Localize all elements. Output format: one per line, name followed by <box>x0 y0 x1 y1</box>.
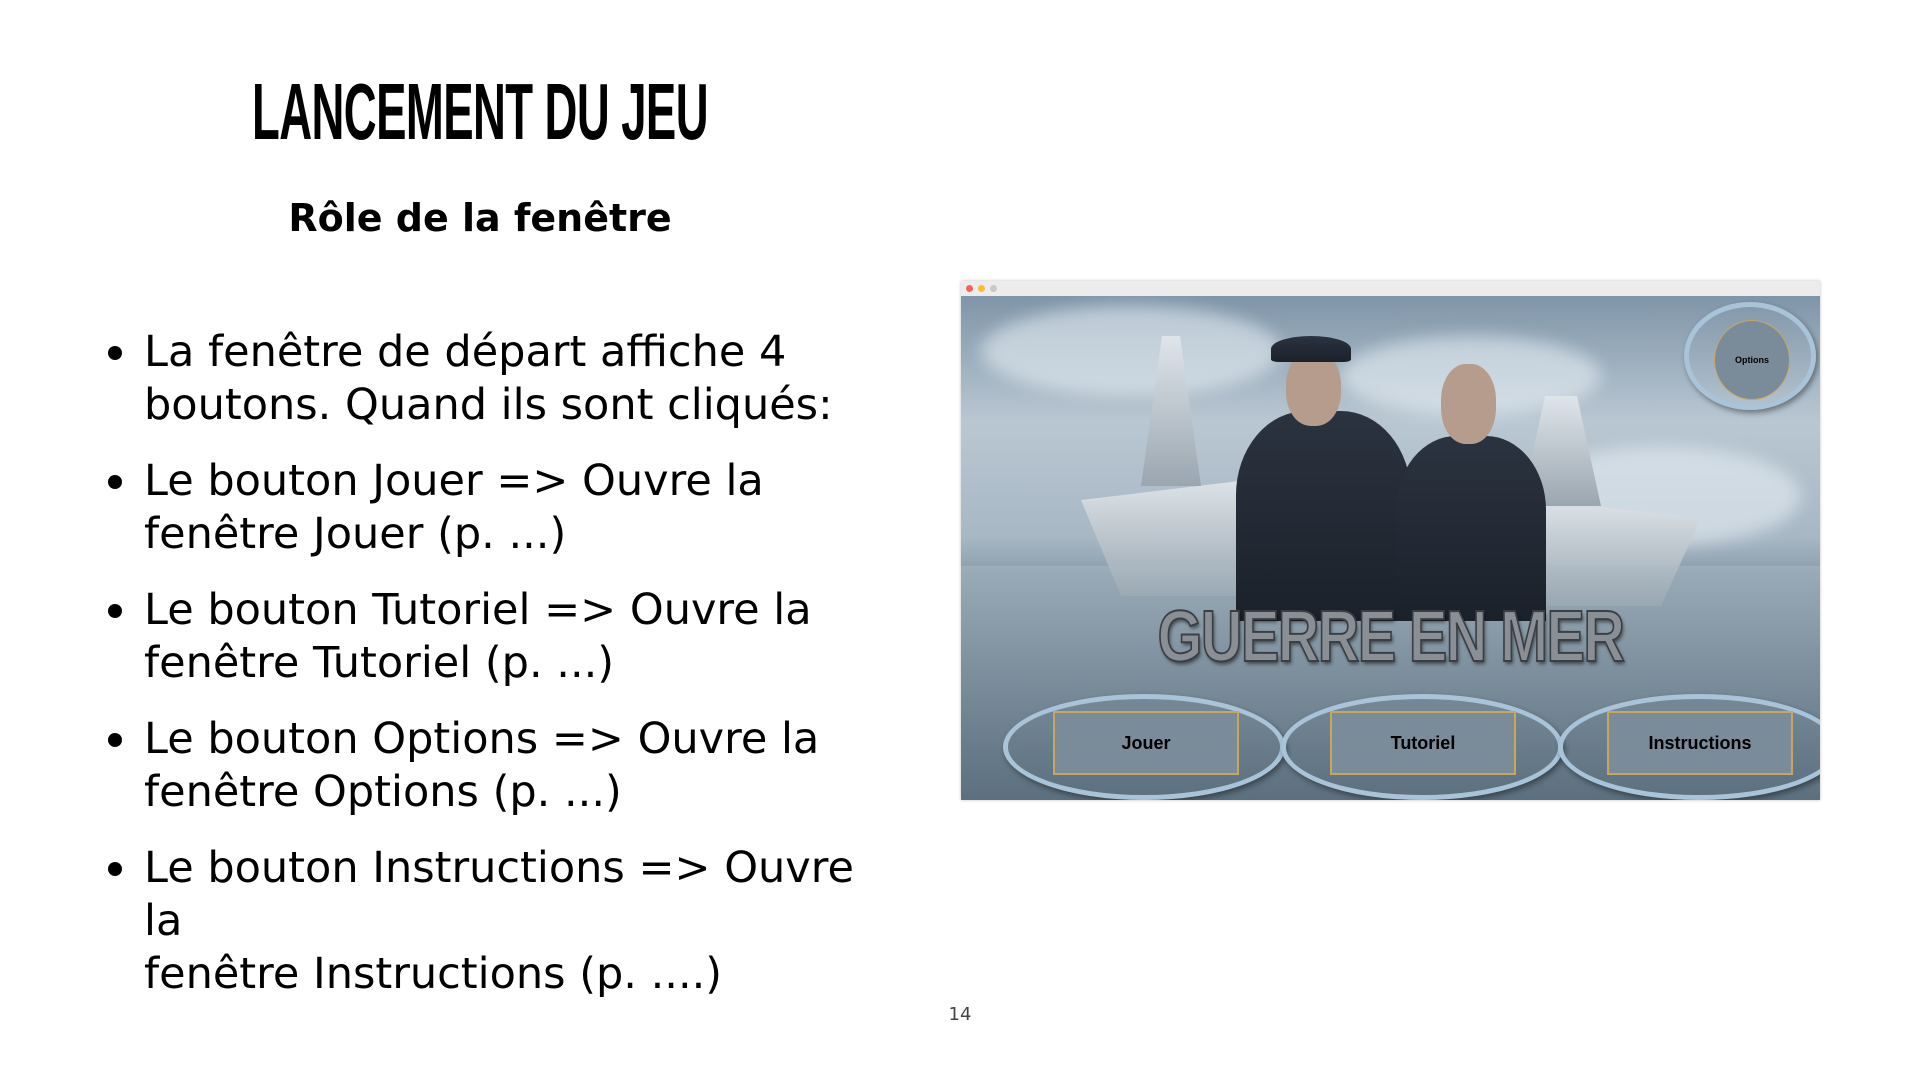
slide-title-text: LANCEMENT DU JEU <box>252 67 709 156</box>
officer-cap <box>1271 336 1351 362</box>
cloud <box>981 306 1281 396</box>
bullet-text: La fenêtre de départ affiche 4 <box>144 327 787 377</box>
slide-title: LANCEMENT DU JEU <box>252 67 709 156</box>
bullet-text: fenêtre Tutoriel (p. ...) <box>144 638 615 688</box>
game-window-screenshot: GUERRE EN MER Jouer Tutoriel Instruction… <box>961 281 1820 800</box>
maximize-icon[interactable] <box>990 285 997 292</box>
bullet-text: fenêtre Instructions (p. ....) <box>144 949 723 999</box>
options-button[interactable]: Options <box>1714 320 1790 400</box>
bullet-item: Le bouton Options => Ouvre la fenêtre Opt… <box>108 713 868 819</box>
game-background: GUERRE EN MER Jouer Tutoriel Instruction… <box>961 296 1820 800</box>
bullet-item: La fenêtre de départ affiche 4 boutons. Q… <box>108 326 868 432</box>
tutorial-button[interactable]: Tutoriel <box>1330 711 1516 775</box>
officer-left-head <box>1286 351 1341 426</box>
bullet-item: Le bouton Tutoriel => Ouvre la fenêtre Tu… <box>108 584 868 690</box>
officer-right <box>1396 436 1546 621</box>
bullet-icon <box>108 862 122 876</box>
instructions-button[interactable]: Instructions <box>1607 711 1793 775</box>
bullet-text: Le bouton Options => Ouvre la <box>144 714 820 764</box>
page-number: 14 <box>948 1004 972 1025</box>
close-icon[interactable] <box>966 285 973 292</box>
bullet-text: Le bouton Tutoriel => Ouvre la <box>144 585 812 635</box>
bullet-text: fenêtre Jouer (p. ...) <box>144 509 567 559</box>
bullet-icon <box>108 346 122 360</box>
bullet-icon <box>108 733 122 747</box>
bullet-icon <box>108 475 122 489</box>
bullet-item: Le bouton Jouer => Ouvre la fenêtre Jouer… <box>108 455 868 561</box>
minimize-icon[interactable] <box>978 285 985 292</box>
bullet-text: Le bouton Instructions => Ouvre la <box>144 843 854 946</box>
game-title: GUERRE EN MER <box>1157 596 1626 678</box>
officer-left <box>1236 411 1411 621</box>
officer-right-head <box>1441 364 1496 444</box>
bullet-text: Le bouton Jouer => Ouvre la <box>144 456 764 506</box>
bullet-text: fenêtre Options (p. ...) <box>144 767 622 817</box>
play-button[interactable]: Jouer <box>1053 711 1239 775</box>
bullet-list: La fenêtre de départ affiche 4 boutons. Q… <box>108 326 868 1024</box>
bullet-item: Le bouton Instructions => Ouvre la fenêtr… <box>108 842 868 1001</box>
window-titlebar <box>961 281 1820 296</box>
bullet-icon <box>108 604 122 618</box>
bullet-text: boutons. Quand ils sont cliqués: <box>144 380 833 430</box>
slide-subtitle: Rôle de la fenêtre <box>288 196 672 240</box>
